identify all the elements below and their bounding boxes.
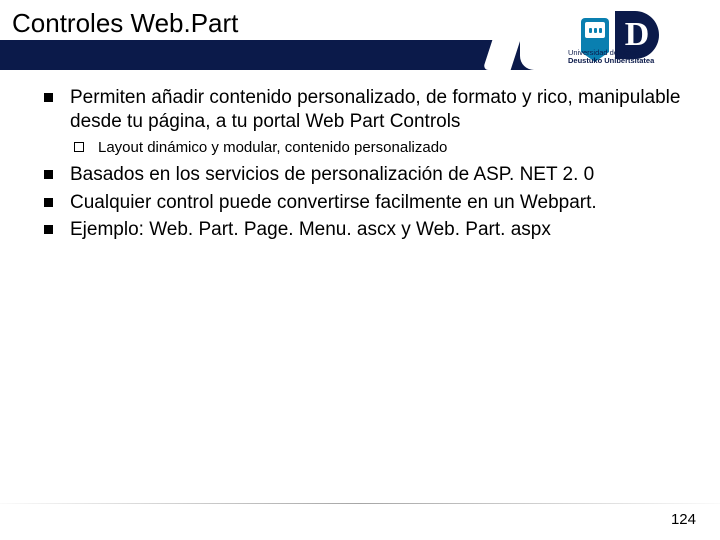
- bullet-text: Cualquier control puede convertirse faci…: [70, 192, 597, 213]
- university-name: Universidad de Deusto Deustuko Unibertsi…: [568, 49, 654, 66]
- bullet-text: Ejemplo: Web. Part. Page. Menu. ascx y W…: [70, 219, 551, 240]
- list-item: Basados en los servicios de personalizac…: [42, 163, 690, 187]
- shield-icon: [581, 18, 609, 52]
- university-logo: D Universidad de Deusto Deustuko Unibert…: [520, 0, 720, 70]
- list-item: Layout dinámico y modular, contenido per…: [70, 138, 690, 158]
- list-item: Permiten añadir contenido personalizado,…: [42, 86, 690, 158]
- footer-divider: [0, 503, 720, 504]
- bullet-text: Permiten añadir contenido personalizado,…: [70, 87, 680, 132]
- sub-bullet-list: Layout dinámico y modular, contenido per…: [70, 138, 690, 158]
- content-area: Permiten añadir contenido personalizado,…: [42, 86, 690, 246]
- page-number: 124: [671, 511, 696, 528]
- list-item: Ejemplo: Web. Part. Page. Menu. ascx y W…: [42, 218, 690, 242]
- list-item: Cualquier control puede convertirse faci…: [42, 191, 690, 215]
- bullet-list: Permiten añadir contenido personalizado,…: [42, 86, 690, 242]
- bullet-text: Layout dinámico y modular, contenido per…: [98, 139, 447, 156]
- uni-line-2: Deustuko Unibertsitatea: [568, 57, 654, 66]
- slide-title: Controles Web.Part: [12, 8, 238, 39]
- bullet-text: Basados en los servicios de personalizac…: [70, 164, 594, 185]
- slide: Controles Web.Part D Universidad de Deus…: [0, 0, 720, 540]
